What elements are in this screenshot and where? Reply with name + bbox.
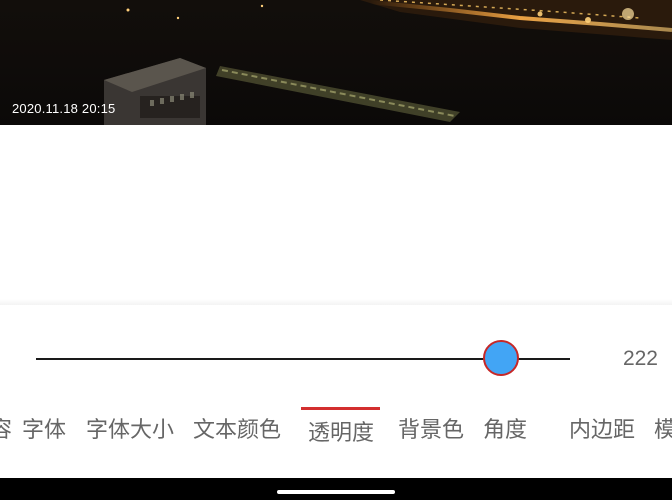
style-tabs: 容字体 字体大小 文本颜色 透明度 背景色 角度 内边距模	[0, 400, 672, 460]
slider-value: 222	[622, 347, 658, 370]
tab-2[interactable]: 字体大小	[86, 412, 174, 444]
tab-4[interactable]: 透明度	[308, 415, 374, 447]
active-tab-indicator	[301, 407, 380, 410]
tab-7[interactable]: 内边距	[569, 412, 635, 444]
tab-0[interactable]: 容	[0, 412, 12, 444]
tab-5[interactable]: 背景色	[398, 412, 464, 444]
aerial-night-photo: 2020.11.18 20:15	[0, 0, 672, 125]
tab-3[interactable]: 文本颜色	[193, 412, 281, 444]
system-navigation-bar	[0, 478, 672, 500]
slider-thumb[interactable]	[482, 340, 519, 376]
preview-area	[0, 125, 672, 302]
tab-8[interactable]: 模	[654, 412, 672, 444]
tab-6[interactable]: 角度	[483, 412, 527, 444]
tab-1[interactable]: 字体	[22, 412, 66, 444]
home-indicator[interactable]	[277, 490, 395, 494]
photo-timestamp: 2020.11.18 20:15	[12, 101, 116, 116]
opacity-slider[interactable]	[36, 340, 570, 380]
